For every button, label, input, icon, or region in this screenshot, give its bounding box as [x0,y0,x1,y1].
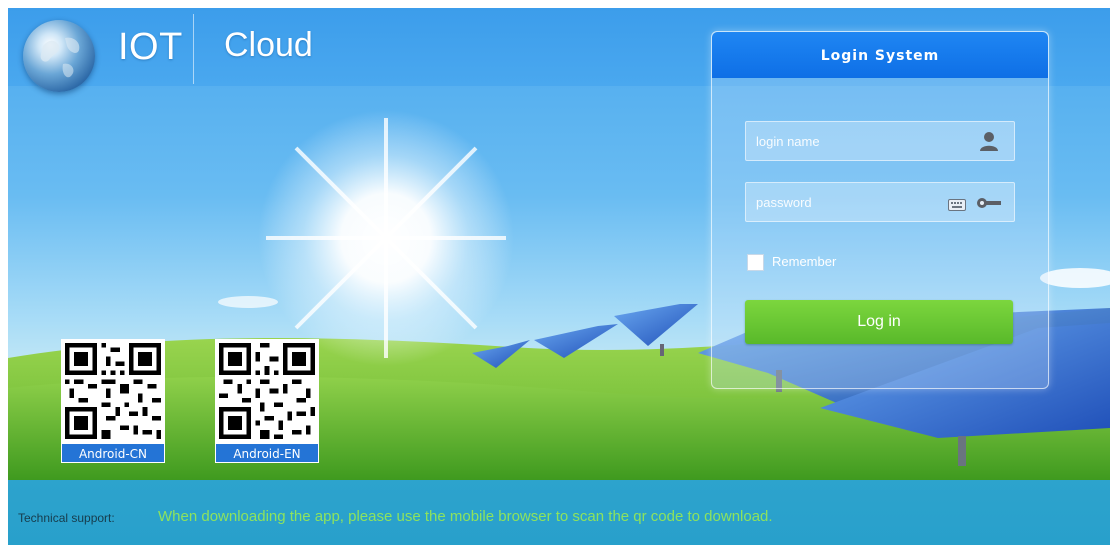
username-input[interactable] [746,122,966,160]
globe-icon [23,20,95,92]
user-icon [978,130,1000,152]
qr-android-cn[interactable]: Android-CN [61,339,165,463]
brand-cloud: Cloud [224,26,313,64]
login-button[interactable]: Log in [745,300,1013,344]
password-input[interactable] [746,183,966,221]
key-icon [976,195,1002,209]
login-title: Login System [712,32,1048,78]
brand-iot: IOT [118,26,183,68]
keyboard-icon[interactable] [948,196,966,211]
remember-checkbox[interactable] [747,254,764,271]
remember-label: Remember [772,254,837,269]
brand-divider [193,14,194,84]
qr-code-icon [215,339,319,443]
technical-support-label: Technical support: [18,511,115,525]
username-field[interactable] [745,121,1015,161]
download-instructions: When downloading the app, please use the… [158,508,773,525]
login-page: IOT Cloud Android-CN Android-EN Login Sy… [8,8,1110,545]
qr-label: Android-CN [61,443,165,463]
qr-code-icon [61,339,165,443]
footer-bar: Technical support: When downloading the … [8,480,1110,545]
qr-label: Android-EN [215,443,319,463]
password-field[interactable] [745,182,1015,222]
login-panel: Login System login name Remember Log in [711,31,1049,389]
qr-android-en[interactable]: Android-EN [215,339,319,463]
